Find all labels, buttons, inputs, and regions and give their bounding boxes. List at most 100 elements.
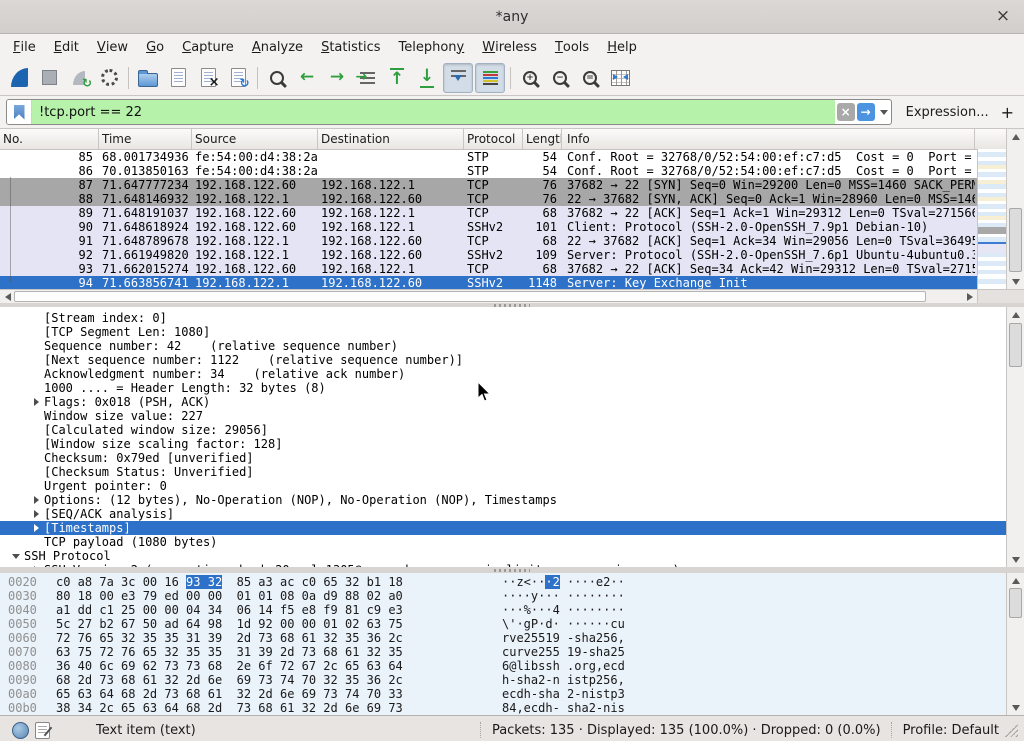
detail-line[interactable]: SSH Protocol bbox=[0, 549, 1024, 563]
ascii[interactable]: ··z<·· bbox=[502, 575, 545, 589]
ascii[interactable]: 84,ecdh- sha2-nis bbox=[502, 701, 625, 715]
detail-line[interactable]: Flags: 0x018 (PSH, ACK) bbox=[0, 395, 1024, 409]
hex-bytes[interactable]: 63 75 72 76 65 32 35 35 31 39 2d 73 68 6… bbox=[56, 645, 412, 659]
resize-columns-button[interactable] bbox=[606, 64, 634, 92]
scroll-down-icon[interactable] bbox=[1007, 275, 1024, 289]
capture-start-button[interactable] bbox=[5, 64, 33, 92]
scroll-up-icon[interactable] bbox=[1007, 129, 1024, 143]
packet-row-90[interactable]: 90 71.648618924 192.168.122.60 192.168.1… bbox=[0, 220, 1024, 234]
selected-ascii[interactable]: ·2 bbox=[545, 575, 559, 589]
bytes-vscrollbar[interactable] bbox=[1006, 573, 1024, 715]
details-vscrollbar[interactable] bbox=[1006, 307, 1024, 567]
hex-bytes[interactable]: 5c 27 b2 67 50 ad 64 98 1d 92 00 00 01 0… bbox=[56, 617, 412, 631]
hex-bytes[interactable]: 38 34 2c 65 63 64 68 2d 73 68 61 32 2d 6… bbox=[56, 701, 412, 715]
menu-item-tools[interactable]: Tools bbox=[546, 34, 598, 60]
menu-item-wireless[interactable]: Wireless bbox=[473, 34, 546, 60]
packet-row-87[interactable]: 87 71.647777234 192.168.122.60 192.168.1… bbox=[0, 178, 1024, 192]
go-to-packet-button[interactable] bbox=[353, 64, 381, 92]
zoom-out-button[interactable] bbox=[546, 64, 574, 92]
column-header-length[interactable]: Length bbox=[523, 129, 562, 149]
packet-list-hscrollbar[interactable] bbox=[0, 289, 977, 303]
menu-item-file[interactable]: File bbox=[4, 34, 45, 60]
hex-ascii[interactable]: ···%···4 ········ bbox=[502, 603, 625, 617]
menu-item-edit[interactable]: Edit bbox=[45, 34, 88, 60]
filter-clear-button[interactable]: × bbox=[837, 103, 855, 121]
hex-ascii[interactable]: ··z<···2 ····e2·· bbox=[502, 575, 625, 589]
capture-comment-icon[interactable] bbox=[35, 722, 50, 739]
detail-line[interactable]: [SEQ/ACK analysis] bbox=[0, 507, 1024, 521]
detail-line[interactable]: [Window size scaling factor: 128] bbox=[0, 437, 1024, 451]
hex-bytes[interactable]: 65 63 64 68 2d 73 68 61 32 2d 6e 69 73 7… bbox=[56, 687, 412, 701]
ascii[interactable]: h-sha2-n istp256, bbox=[502, 673, 625, 687]
packet-row-92[interactable]: 92 71.661949820 192.168.122.1 192.168.12… bbox=[0, 248, 1024, 262]
column-header-info[interactable]: Info bbox=[562, 129, 975, 149]
hex-bytes[interactable]: 72 76 65 32 35 35 31 39 2d 73 68 61 32 3… bbox=[56, 631, 412, 645]
detail-line[interactable]: [Next sequence number: 1122 (relative se… bbox=[0, 353, 1024, 367]
packet-list-vscrollbar[interactable] bbox=[1006, 129, 1024, 289]
menu-item-statistics[interactable]: Statistics bbox=[312, 34, 389, 60]
expand-arrow[interactable] bbox=[28, 566, 44, 567]
expand-arrow[interactable] bbox=[8, 554, 24, 559]
filter-value[interactable]: !tcp.port == 22 bbox=[32, 100, 835, 124]
column-header-source[interactable]: Source bbox=[192, 129, 318, 149]
hex-row[interactable]: 0070 63 75 72 76 65 32 35 35 31 39 2d 73… bbox=[0, 645, 1024, 659]
menu-item-view[interactable]: View bbox=[88, 34, 137, 60]
bytes[interactable]: 85 a3 ac c0 65 32 b1 18 bbox=[222, 575, 403, 589]
capture-options-button[interactable] bbox=[95, 64, 123, 92]
detail-line[interactable]: Checksum: 0x79ed [unverified] bbox=[0, 451, 1024, 465]
detail-line[interactable]: SSH Version 2 (encryption:chacha20-poly1… bbox=[0, 563, 1024, 567]
bytes[interactable]: 38 34 2c 65 63 64 68 2d 73 68 61 32 2d 6… bbox=[56, 701, 403, 715]
go-last-button[interactable]: ↓ bbox=[413, 64, 441, 92]
ascii[interactable]: ····y··· ········ bbox=[502, 589, 625, 603]
menu-item-telephony[interactable]: Telephony bbox=[390, 34, 474, 60]
hex-row[interactable]: 0040 a1 dd c1 25 00 00 04 34 06 14 f5 e8… bbox=[0, 603, 1024, 617]
hex-ascii[interactable]: 6@libssh .org,ecd bbox=[502, 659, 625, 673]
capture-stop-button[interactable] bbox=[35, 64, 63, 92]
zoom-in-button[interactable] bbox=[516, 64, 544, 92]
bytes[interactable]: 80 18 00 e3 79 ed 00 00 01 01 08 0a d9 8… bbox=[56, 589, 403, 603]
packet-row-93[interactable]: 93 71.662015274 192.168.122.60 192.168.1… bbox=[0, 262, 1024, 276]
scroll-up-icon[interactable] bbox=[1007, 307, 1024, 321]
auto-scroll-button[interactable] bbox=[443, 63, 473, 93]
scrollbar-thumb[interactable] bbox=[14, 291, 926, 302]
packet-row-91[interactable]: 91 71.648789678 192.168.122.1 192.168.12… bbox=[0, 234, 1024, 248]
hex-bytes[interactable]: 36 40 6c 69 62 73 73 68 2e 6f 72 67 2c 6… bbox=[56, 659, 412, 673]
ascii[interactable]: ···%···4 ········ bbox=[502, 603, 625, 617]
expand-arrow[interactable] bbox=[28, 510, 44, 518]
scrollbar-thumb[interactable] bbox=[1009, 323, 1022, 367]
file-close-button[interactable] bbox=[194, 64, 222, 92]
go-first-button[interactable]: ↑ bbox=[383, 64, 411, 92]
hex-bytes[interactable]: 68 2d 73 68 61 32 2d 6e 69 73 74 70 32 3… bbox=[56, 673, 412, 687]
expression-button[interactable]: Expression... bbox=[906, 105, 989, 120]
resize-grip-icon[interactable] bbox=[1005, 724, 1018, 737]
hex-row[interactable]: 0030 80 18 00 e3 79 ed 00 00 01 01 08 0a… bbox=[0, 589, 1024, 603]
packet-row-94[interactable]: 94 71.663856741 192.168.122.1 192.168.12… bbox=[0, 276, 1024, 290]
profile-button[interactable]: Profile: Default bbox=[903, 723, 999, 738]
hex-row[interactable]: 0020 c0 a8 7a 3c 00 16 93 32 85 a3 ac c0… bbox=[0, 575, 1024, 589]
hex-row[interactable]: 0050 5c 27 b2 67 50 ad 64 98 1d 92 00 00… bbox=[0, 617, 1024, 631]
detail-line[interactable]: Sequence number: 42 (relative sequence n… bbox=[0, 339, 1024, 353]
ascii[interactable]: curve255 19-sha25 bbox=[502, 645, 625, 659]
close-window-icon[interactable]: × bbox=[990, 0, 1016, 32]
file-save-button[interactable] bbox=[164, 64, 192, 92]
filter-history-dropdown[interactable] bbox=[877, 110, 891, 115]
scroll-down-icon[interactable] bbox=[1007, 701, 1024, 715]
expand-arrow[interactable] bbox=[28, 398, 44, 406]
menu-item-capture[interactable]: Capture bbox=[173, 34, 243, 60]
ascii[interactable]: ecdh-sha 2-nistp3 bbox=[502, 687, 625, 701]
selected-bytes[interactable]: 93 32 bbox=[186, 575, 222, 589]
scroll-left-icon[interactable] bbox=[0, 290, 14, 303]
hex-ascii[interactable]: ecdh-sha 2-nistp3 bbox=[502, 687, 625, 701]
scroll-up-icon[interactable] bbox=[1007, 573, 1024, 587]
ascii[interactable]: \'·gP·d· ······cu bbox=[502, 617, 625, 631]
hex-ascii[interactable]: h-sha2-n istp256, bbox=[502, 673, 625, 687]
hex-ascii[interactable]: 84,ecdh- sha2-nis bbox=[502, 701, 625, 715]
expand-arrow[interactable] bbox=[28, 496, 44, 504]
detail-line[interactable]: TCP payload (1080 bytes) bbox=[0, 535, 1024, 549]
bytes[interactable]: c0 a8 7a 3c 00 16 bbox=[56, 575, 186, 589]
bytes[interactable]: 68 2d 73 68 61 32 2d 6e 69 73 74 70 32 3… bbox=[56, 673, 403, 687]
hex-bytes[interactable]: a1 dd c1 25 00 00 04 34 06 14 f5 e8 f9 8… bbox=[56, 603, 412, 617]
packet-row-88[interactable]: 88 71.648146932 192.168.122.1 192.168.12… bbox=[0, 192, 1024, 206]
go-forward-button[interactable]: → bbox=[323, 64, 351, 92]
column-header-time[interactable]: Time bbox=[99, 129, 192, 149]
